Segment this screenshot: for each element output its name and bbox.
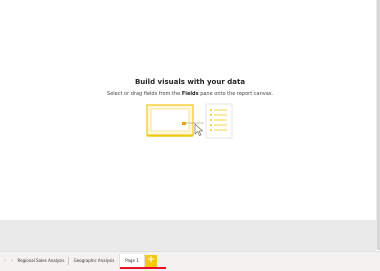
tab-label: Regional Sales Analysis: [17, 258, 65, 263]
cursor-icon: [194, 123, 204, 136]
tab-separator: [68, 257, 69, 265]
chevron-right-icon[interactable]: ›: [9, 258, 15, 264]
chevron-left-icon[interactable]: ‹: [2, 258, 8, 264]
plus-icon: +: [147, 255, 155, 265]
tab-label: Geographic Analysis: [73, 258, 115, 263]
tab-geographic-analysis[interactable]: Geographic Analysis: [71, 255, 117, 267]
empty-state-subtitle: Select or drag fields from the Fields pa…: [60, 91, 320, 97]
drag-fields-illustration: [146, 103, 233, 139]
tab-label: Page 1: [125, 258, 139, 263]
subtitle-text-after: pane onto the report canvas.: [198, 91, 273, 97]
fields-list-icon: [205, 103, 233, 139]
active-tab-indicator: [120, 267, 166, 269]
canvas-footer-band: [0, 220, 376, 251]
add-page-button[interactable]: +: [145, 255, 157, 267]
page-tab-bar: ‹ › Regional Sales Analysis Geographic A…: [0, 251, 380, 271]
visual-placeholder-icon: [146, 104, 194, 137]
empty-state: Build visuals with your data Select or d…: [60, 78, 320, 97]
tab-page-1[interactable]: Page 1: [119, 254, 145, 268]
subtitle-text-before: Select or drag fields from the: [107, 91, 182, 97]
empty-state-title: Build visuals with your data: [134, 78, 246, 86]
tab-regional-sales-analysis[interactable]: Regional Sales Analysis: [16, 255, 66, 267]
subtitle-fields-bold: Fields: [181, 91, 199, 97]
